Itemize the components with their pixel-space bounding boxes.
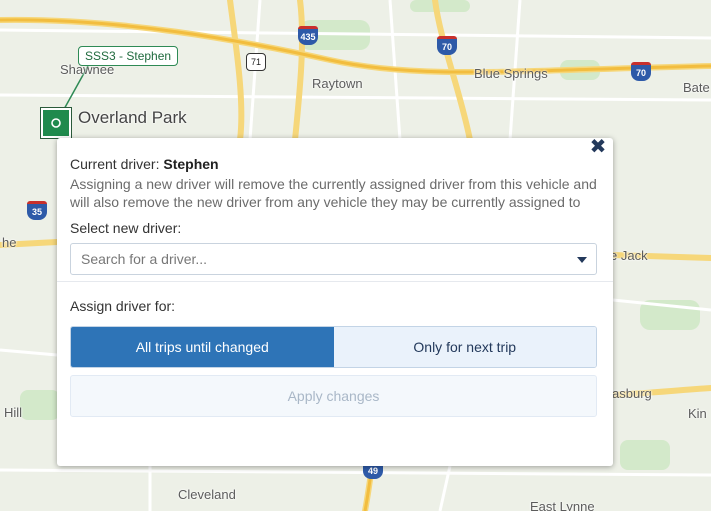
assign-for-label: Assign driver for: bbox=[70, 298, 176, 314]
map-label-kin: Kin bbox=[688, 406, 707, 421]
map-label-blue-springs: Blue Springs bbox=[474, 66, 548, 81]
assign-driver-popup: ✖ Current driver: Stephen Assigning a ne… bbox=[57, 137, 613, 466]
vehicle-marker[interactable] bbox=[41, 108, 71, 138]
map-label-hill: Hill bbox=[4, 405, 23, 420]
divider bbox=[57, 281, 613, 282]
close-icon[interactable]: ✖ bbox=[589, 137, 607, 157]
current-driver-line: Current driver: Stephen bbox=[70, 156, 599, 172]
interstate-shield-icon: 435 bbox=[298, 26, 318, 45]
assign-scope-toggle: All trips until changed Only for next tr… bbox=[70, 326, 597, 368]
interstate-shield-icon: 35 bbox=[27, 201, 47, 220]
chevron-down-icon[interactable] bbox=[577, 257, 587, 263]
map-label-bate: Bate bbox=[683, 80, 710, 95]
option-next-trip[interactable]: Only for next trip bbox=[333, 327, 596, 367]
map-label-east-lynne: East Lynne bbox=[530, 499, 595, 511]
interstate-shield-icon: 70 bbox=[437, 36, 457, 55]
us-route-shield-icon: 71 bbox=[246, 53, 266, 71]
apply-changes-button[interactable]: Apply changes bbox=[70, 375, 597, 417]
driver-search-select[interactable] bbox=[70, 243, 597, 275]
interstate-shield-icon: 70 bbox=[631, 62, 651, 81]
vehicle-tag[interactable]: SSS3 - Stephen bbox=[78, 46, 179, 66]
map-label-he: he bbox=[2, 235, 17, 250]
map-label-lone-jack: e Jack bbox=[610, 248, 648, 263]
map-label-overland-park: Overland Park bbox=[78, 108, 187, 127]
map-label-raytown: Raytown bbox=[312, 76, 363, 91]
select-driver-label: Select new driver: bbox=[70, 220, 182, 236]
pin-icon bbox=[51, 118, 61, 128]
driver-search-input[interactable] bbox=[79, 244, 563, 274]
option-all-trips[interactable]: All trips until changed bbox=[71, 327, 334, 367]
map-label-cleveland: Cleveland bbox=[178, 487, 236, 502]
current-driver-prefix: Current driver: bbox=[70, 156, 160, 172]
current-driver-name: Stephen bbox=[163, 156, 219, 172]
reassign-warning: Assigning a new driver will remove the c… bbox=[70, 176, 597, 210]
map-label-asburg: asburg bbox=[612, 386, 652, 401]
